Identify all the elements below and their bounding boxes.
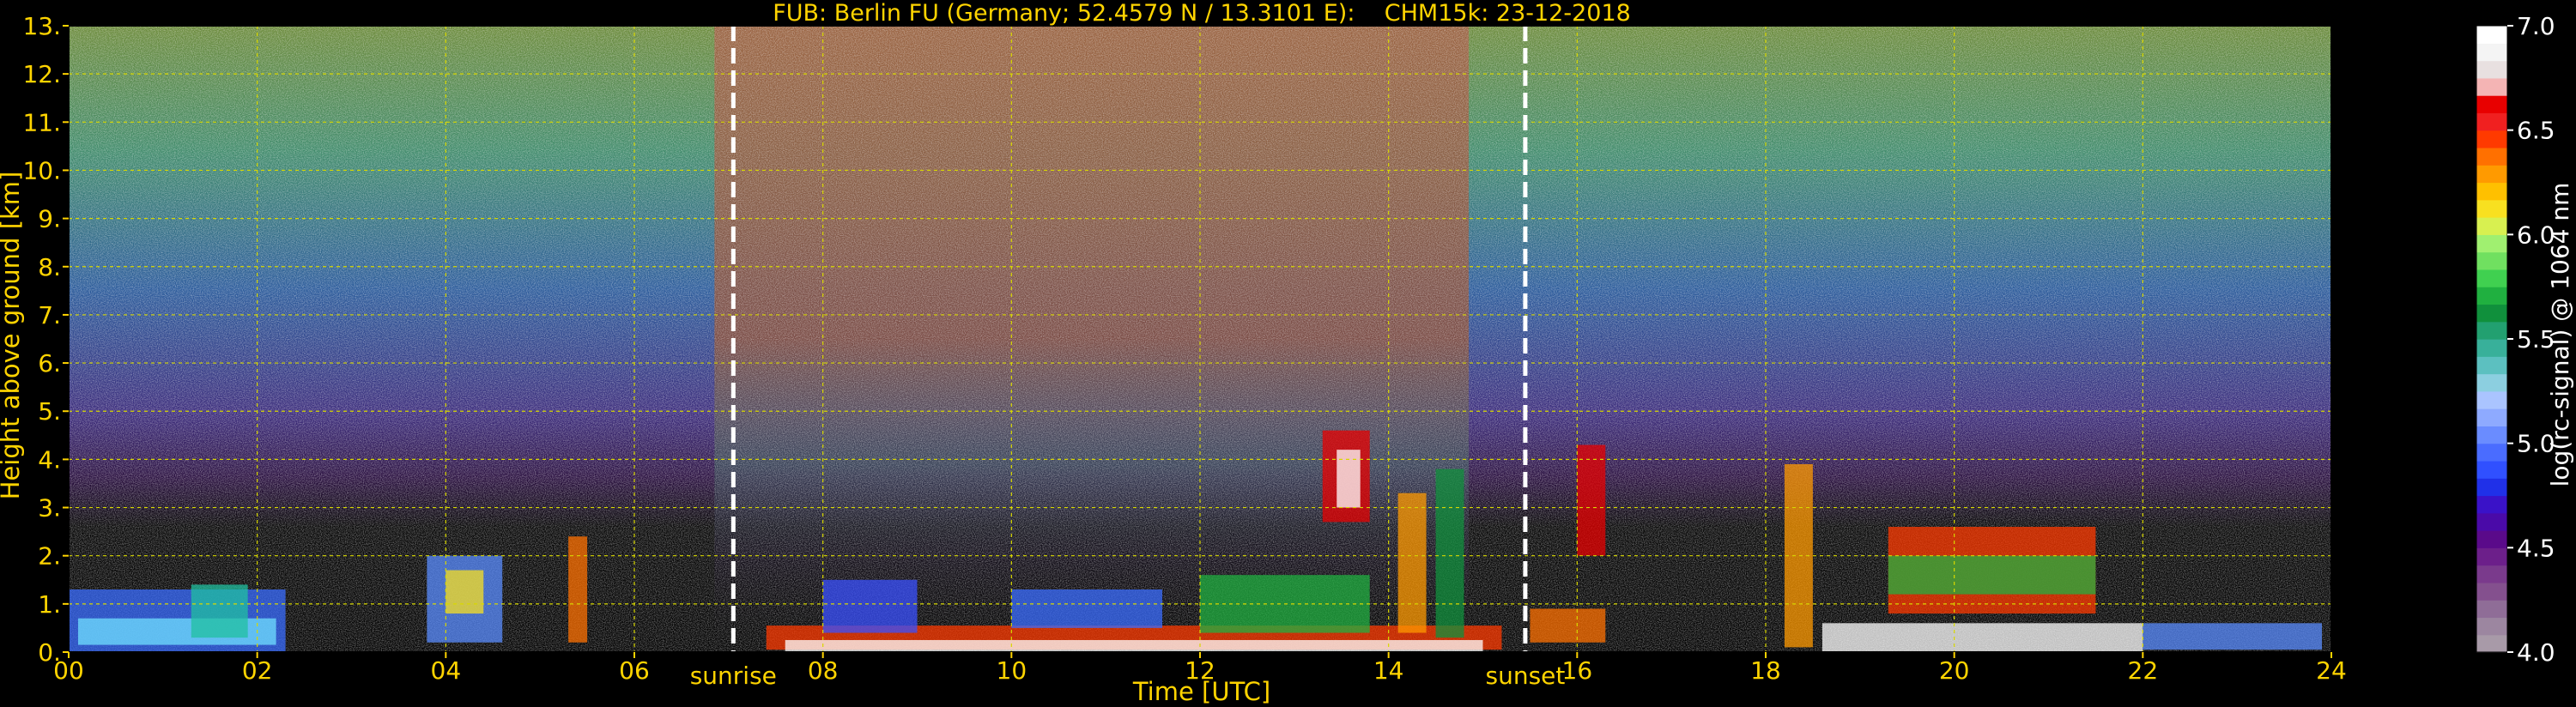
signal-feature [1435,468,1464,638]
colorbar-segment [2476,443,2507,462]
x-tick-label: 22 [2128,656,2159,685]
signal-feature [2143,623,2323,650]
signal-feature [445,570,484,614]
colorbar-segment [2476,165,2507,184]
y-tick-label: 4. [38,445,61,474]
x-tick-label: 08 [808,656,839,685]
x-axis-label: Time [UTC] [1132,677,1270,706]
y-tick-label: 8. [38,253,61,281]
x-tick-label: 04 [431,656,462,685]
colorbar-segment [2476,112,2507,131]
colorbar-tick-label: 4.0 [2517,638,2555,667]
colorbar-segment [2476,234,2507,253]
colorbar-segment [2476,478,2507,497]
colorbar-segment [2476,95,2507,113]
y-tick-label: 13. [22,12,61,40]
x-tick-label: 06 [619,656,650,685]
signal-feature [1577,444,1606,556]
y-tick-label: 7. [38,301,61,329]
colorbar-segment [2476,287,2507,305]
y-tick-label: 10. [22,156,61,184]
x-tick-label: 20 [1939,656,1970,685]
colorbar-segment [2476,339,2507,357]
colorbar-segment [2476,304,2507,323]
x-tick-label: 24 [2316,656,2347,685]
colorbar-segment [2476,321,2507,340]
sunrise-label: sunrise [690,662,777,690]
colorbar-tick-label: 6.5 [2517,117,2555,145]
colorbar-segment [2476,43,2507,62]
colorbar-segment [2476,600,2507,619]
y-axis-label: Height above ground [km] [0,172,25,500]
y-tick-label: 6. [38,349,61,378]
colorbar-segment [2476,460,2507,479]
signal-feature [1336,450,1361,508]
colorbar-segment [2476,26,2507,44]
colorbar-segment [2476,495,2507,514]
chart-title: FUB: Berlin FU (Germany; 52.4579 N / 13.… [773,0,1631,27]
ceilometer-chart: 0.1.2.3.4.5.6.7.8.9.10.11.12.13. 00 02 04 0… [0,0,2574,706]
colorbar-segment [2476,217,2507,235]
colorbar-segment [2476,199,2507,218]
colorbar-segment [2476,77,2507,96]
signal-feature [1821,623,2143,652]
signal-feature [1530,608,1606,643]
signal-feature [822,579,918,633]
colorbar-segment [2476,147,2507,166]
colorbar-segment [2476,269,2507,287]
signal-feature [191,584,248,638]
colorbar-segment [2476,582,2507,601]
colorbar-segment [2476,512,2507,531]
y-tick-label: 9. [38,205,61,233]
x-tick-label: 14 [1373,656,1404,685]
colorbar-segment [2476,634,2507,653]
colorbar-label: log(rc-signal) @ 1064 nm [2546,183,2574,487]
x-tick-label: 10 [997,656,1027,685]
colorbar-tick-label: 4.5 [2517,534,2555,562]
x-tick-label: 00 [53,656,84,685]
colorbar-segment [2476,60,2507,79]
colorbar-segment [2476,390,2507,409]
y-tick-label: 2. [38,542,61,571]
x-tick-label: 02 [242,656,273,685]
colorbar-segment [2476,530,2507,548]
colorbar-segment [2476,408,2507,426]
sunset-label: sunset [1485,662,1565,690]
colorbar-segment [2476,373,2507,392]
signal-feature [568,536,588,643]
colorbar-segment [2476,182,2507,201]
y-tick-label: 5. [38,397,61,426]
signal-feature [1888,555,2096,595]
colorbar-segment [2476,251,2507,270]
y-axis-ticks: 0.1.2.3.4.5.6.7.8.9.10.11.12.13. [22,12,69,667]
colorbar-segment [2476,426,2507,444]
colorbar-tick-label: 7.0 [2517,12,2555,40]
y-tick-label: 1. [38,590,61,619]
colorbar-segment [2476,617,2507,636]
y-tick-label: 11. [22,108,61,136]
x-tick-label: 16 [1562,656,1593,685]
signal-feature [785,639,1483,652]
colorbar-segment [2476,547,2507,566]
y-tick-label: 12. [22,60,61,88]
colorbar-segment [2476,565,2507,583]
x-tick-label: 18 [1750,656,1781,685]
y-tick-label: 3. [38,494,61,523]
signal-feature [1397,492,1427,633]
colorbar-segment [2476,130,2507,148]
plot-area [69,26,2331,652]
signal-feature [1011,589,1163,628]
colorbar-segment [2476,356,2507,375]
colorbar [2476,25,2508,653]
